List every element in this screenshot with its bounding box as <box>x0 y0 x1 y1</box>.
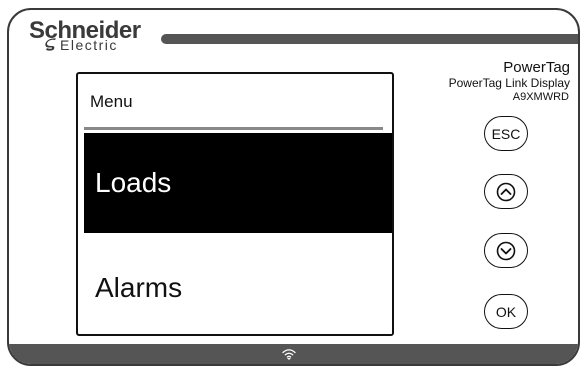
logo-sub-text: Electric <box>60 37 118 53</box>
status-bar <box>9 344 578 364</box>
title-divider <box>84 127 383 130</box>
chevron-up-icon <box>496 182 516 201</box>
menu-item-label: Alarms <box>95 272 183 303</box>
esc-button-label: ESC <box>491 125 521 142</box>
esc-button[interactable]: ESC <box>484 116 528 151</box>
menu-item-loads[interactable]: Loads <box>84 133 392 233</box>
logo-electric-row: Electric <box>44 37 118 53</box>
device-frame: Schneider Electric PowerTag PowerTag Lin… <box>7 8 580 366</box>
lcd-screen: Menu Loads Alarms <box>76 72 394 336</box>
product-name: PowerTag <box>503 59 570 76</box>
product-description: PowerTag Link Display <box>448 76 570 90</box>
menu-item-label: Loads <box>95 167 172 198</box>
brand-mark-icon <box>45 38 56 51</box>
ok-button[interactable]: OK <box>484 294 528 329</box>
menu-item-alarms[interactable]: Alarms <box>84 238 392 334</box>
wifi-icon <box>281 349 296 360</box>
menu-title: Menu <box>90 92 133 111</box>
up-button[interactable] <box>484 174 528 209</box>
ok-button-label: OK <box>495 303 517 320</box>
down-button[interactable] <box>484 233 528 268</box>
product-reference: A9XMWRD <box>512 91 569 103</box>
header-bar <box>161 34 578 44</box>
chevron-down-icon <box>496 241 516 260</box>
